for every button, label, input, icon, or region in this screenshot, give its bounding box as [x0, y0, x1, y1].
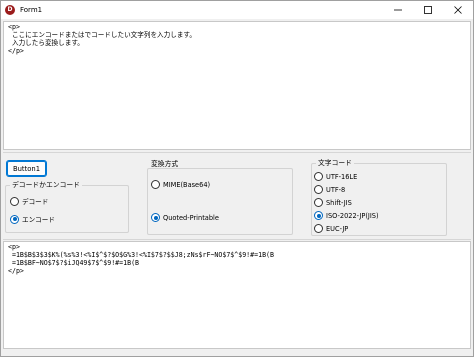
radio-circle: [10, 196, 19, 206]
radio-quoted-printable[interactable]: Quoted-Printable: [151, 213, 219, 222]
memo-line: <p>: [8, 23, 20, 31]
window-controls: [383, 1, 473, 19]
memo-line: 入力したら変換します。: [8, 39, 84, 47]
form1-window: D Form1 <p> ここにエンコードまたはでコードしたい文字列を入力します。…: [0, 0, 474, 357]
radio-circle: [151, 180, 160, 189]
radio-decode[interactable]: デコード: [10, 196, 48, 206]
radio-label: Quoted-Printable: [163, 213, 219, 222]
minimize-button[interactable]: [383, 1, 413, 19]
memo-line: <p>: [8, 243, 20, 251]
close-icon: [454, 6, 462, 14]
close-button[interactable]: [443, 1, 473, 19]
radio-label: MIME(Base64): [163, 180, 211, 189]
memo-line: =1B$BF~NO$7$?$iJQ49$7$^$9!#=1B(B: [8, 259, 140, 267]
radio-circle-checked: [10, 214, 19, 224]
memo-line: ここにエンコードまたはでコードしたい文字列を入力します。: [8, 31, 196, 39]
memo-line: =1B$B$3$3$K%(%s%3!<%I$^$?$O$G%3!<%I$7$?$…: [8, 251, 274, 259]
decode-encode-group: デコードかエンコード: [5, 181, 129, 233]
radio-label: エンコード: [22, 216, 55, 224]
title-bar[interactable]: D Form1: [1, 1, 473, 19]
window-title: Form1: [20, 6, 43, 14]
radio-label: デコード: [22, 198, 49, 206]
top-splitter[interactable]: [3, 152, 471, 153]
radio-circle: [314, 185, 323, 194]
radio-encode[interactable]: エンコード: [10, 214, 55, 224]
radio-utf8[interactable]: UTF-8: [314, 185, 345, 194]
radio-circle-checked: [151, 213, 160, 222]
maximize-button[interactable]: [413, 1, 443, 19]
minimize-icon: [394, 9, 402, 11]
bottom-splitter[interactable]: [3, 239, 471, 240]
radio-euc-jp[interactable]: EUC-JP: [314, 224, 348, 233]
radio-circle: [314, 198, 323, 207]
radio-label: EUC-JP: [326, 224, 349, 233]
app-icon: D: [5, 5, 15, 15]
radio-iso-2022-jp[interactable]: ISO-2022-JP(JIS): [314, 211, 379, 220]
output-memo[interactable]: <p> =1B$B$3$3$K%(%s%3!<%I$^$?$O$G%3!<%I$…: [3, 241, 471, 349]
input-memo[interactable]: <p> ここにエンコードまたはでコードしたい文字列を入力します。 入力したら変換…: [3, 21, 471, 150]
radio-label: UTF-8: [326, 185, 346, 194]
radio-circle: [314, 172, 323, 181]
memo-line: </p>: [8, 47, 24, 55]
radio-label: Shift-JIS: [326, 198, 352, 207]
group-caption: 文字コード: [316, 159, 354, 168]
radio-shift-jis[interactable]: Shift-JIS: [314, 198, 352, 207]
radio-label: UTF-16LE: [326, 172, 358, 181]
memo-line: </p>: [8, 267, 24, 275]
conversion-method-group: [147, 168, 293, 235]
radio-label: ISO-2022-JP(JIS): [326, 211, 379, 220]
radio-utf16le[interactable]: UTF-16LE: [314, 172, 357, 181]
button1[interactable]: Button1: [6, 160, 47, 177]
radio-circle-checked: [314, 211, 323, 220]
conversion-method-caption: 変換方式: [151, 160, 179, 168]
radio-mime-base64[interactable]: MIME(Base64): [151, 180, 210, 189]
radio-circle: [314, 224, 323, 233]
group-caption: デコードかエンコード: [10, 181, 82, 190]
maximize-icon: [424, 6, 432, 14]
